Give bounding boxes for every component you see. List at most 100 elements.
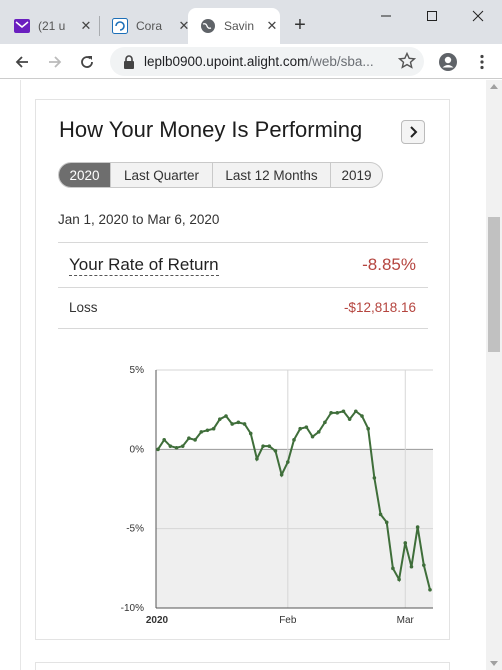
- loss-label: Loss: [69, 300, 98, 315]
- address-bar[interactable]: leplb0900.upoint.alight.com/web/sba...: [110, 47, 424, 76]
- data-point: [391, 566, 395, 571]
- chevron-right-icon[interactable]: [401, 120, 425, 144]
- data-point: [156, 447, 160, 452]
- data-point: [236, 420, 241, 425]
- data-point: [286, 460, 290, 464]
- rate-of-return-value: -8.85%: [362, 255, 416, 274]
- x-tick-label: Feb: [279, 615, 297, 625]
- data-point: [187, 436, 191, 441]
- maximize-icon[interactable]: [422, 6, 442, 26]
- divider: [58, 287, 428, 288]
- data-point: [428, 587, 432, 592]
- divider: [58, 328, 428, 329]
- data-point: [199, 430, 204, 434]
- data-point: [224, 414, 228, 418]
- tab-cora[interactable]: Cora ✕: [112, 8, 192, 44]
- data-point: [267, 444, 272, 448]
- period-option-2020[interactable]: 2020: [59, 163, 111, 187]
- page-content: How Your Money Is Performing 2020 Last Q…: [0, 80, 486, 670]
- data-point: [360, 414, 364, 418]
- data-point: [422, 563, 426, 567]
- back-arrow-icon[interactable]: [10, 50, 34, 74]
- window-close-icon[interactable]: [468, 6, 488, 26]
- data-point: [261, 444, 265, 448]
- tab-close-icon[interactable]: ✕: [264, 18, 280, 34]
- data-point: [242, 422, 247, 426]
- data-point: [180, 444, 185, 448]
- bookmark-star-icon[interactable]: [398, 52, 416, 70]
- data-point: [168, 444, 173, 448]
- mail-icon: [14, 18, 30, 34]
- minimize-icon[interactable]: [376, 6, 396, 26]
- period-selector: 2020 Last Quarter Last 12 Months 2019: [58, 162, 383, 188]
- url-path: /web/sba...: [308, 54, 374, 69]
- data-point: [310, 434, 315, 439]
- data-point: [397, 577, 401, 582]
- globe-icon: [200, 18, 216, 34]
- data-point: [335, 411, 340, 415]
- data-point: [304, 425, 309, 429]
- y-tick-label: 0%: [130, 444, 145, 455]
- url-text: leplb0900.upoint.alight.com/web/sba...: [144, 54, 384, 69]
- scroll-up-arrow-icon[interactable]: [490, 84, 498, 89]
- period-option-last-12-months[interactable]: Last 12 Months: [213, 163, 331, 187]
- x-tick-label: Mar: [397, 615, 415, 625]
- next-card: [35, 662, 450, 670]
- loss-value: -$12,818.16: [343, 300, 416, 315]
- data-point: [193, 438, 197, 442]
- scrollbar-thumb[interactable]: [488, 217, 500, 352]
- tab-title: Cora: [136, 19, 163, 33]
- page-scrollbar[interactable]: [486, 80, 502, 670]
- data-point: [323, 420, 327, 425]
- tab-title: (21 u: [38, 19, 66, 33]
- tab-close-icon[interactable]: ✕: [78, 18, 94, 34]
- tab-savings[interactable]: Savin ✕: [188, 8, 280, 44]
- period-option-2019[interactable]: 2019: [331, 163, 382, 187]
- data-point: [329, 411, 333, 415]
- period-option-last-quarter[interactable]: Last Quarter: [111, 163, 213, 187]
- profile-avatar-icon[interactable]: [436, 50, 460, 74]
- reload-icon[interactable]: [75, 50, 99, 74]
- y-tick-label: -5%: [126, 524, 144, 535]
- data-point: [255, 457, 259, 461]
- data-point: [341, 409, 346, 414]
- data-point: [248, 431, 253, 436]
- page-divider: [20, 80, 21, 670]
- data-point: [316, 430, 321, 434]
- browser-toolbar: leplb0900.upoint.alight.com/web/sba...: [0, 44, 502, 79]
- y-tick-label: 5%: [130, 365, 145, 376]
- performance-card: How Your Money Is Performing 2020 Last Q…: [35, 99, 450, 640]
- browser-menu-icon[interactable]: [470, 50, 494, 74]
- data-point: [279, 472, 284, 477]
- data-point: [230, 422, 234, 426]
- performance-line-chart: 5% 0% -5% -10%2020 Feb Mar: [121, 365, 433, 625]
- divider: [58, 242, 428, 243]
- rate-of-return-label[interactable]: Your Rate of Return: [69, 255, 219, 276]
- forward-arrow-icon[interactable]: [43, 50, 67, 74]
- date-range: Jan 1, 2020 to Mar 6, 2020: [58, 212, 220, 227]
- data-point: [162, 438, 166, 442]
- browser-tab-strip: (21 u ✕ Cora ✕ Savin ✕ +: [0, 0, 502, 44]
- data-point: [415, 525, 420, 529]
- data-point: [384, 520, 389, 525]
- tab-divider: [99, 16, 100, 36]
- data-point: [372, 476, 377, 480]
- scroll-down-arrow-icon[interactable]: [490, 661, 498, 666]
- tab-mail[interactable]: (21 u ✕: [14, 8, 94, 44]
- y-tick-label: -10%: [121, 603, 144, 614]
- data-point: [409, 564, 414, 569]
- lock-icon: [124, 54, 134, 69]
- data-point: [298, 426, 302, 431]
- data-point: [174, 445, 179, 450]
- data-point: [211, 426, 216, 431]
- data-point: [403, 541, 408, 545]
- data-point: [218, 417, 222, 421]
- cora-icon: [112, 18, 128, 34]
- new-tab-plus-icon[interactable]: +: [290, 14, 310, 36]
- tab-title: Savin: [224, 19, 254, 33]
- data-point: [366, 426, 370, 431]
- data-point: [378, 512, 383, 517]
- data-point: [292, 438, 296, 442]
- data-point: [273, 449, 278, 453]
- data-point: [205, 428, 210, 433]
